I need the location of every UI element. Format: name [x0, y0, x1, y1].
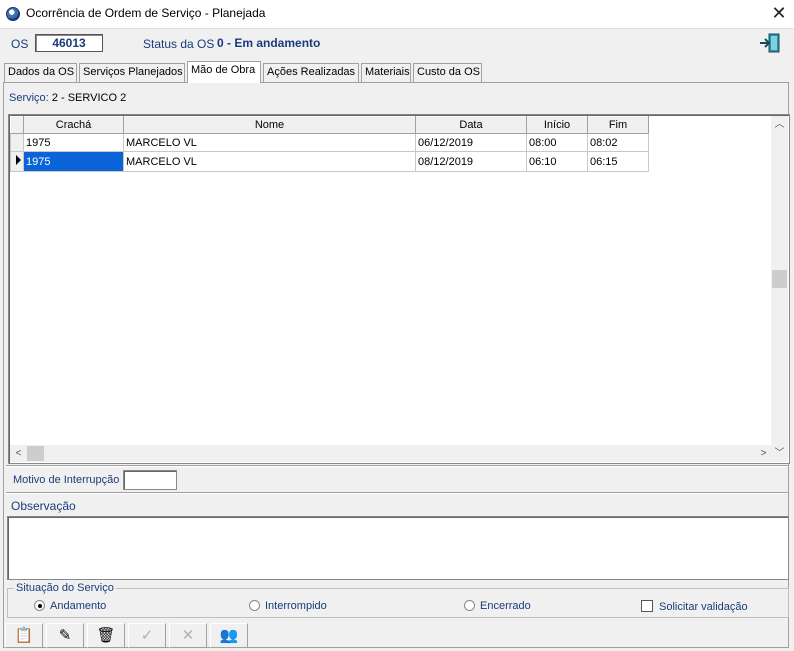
scroll-up-icon[interactable]: ︿	[771, 116, 788, 133]
confirm-button[interactable]: ✓	[128, 623, 166, 648]
horizontal-scroll-thumb[interactable]	[27, 446, 44, 461]
current-row-arrow-icon	[16, 155, 21, 165]
radio-button[interactable]	[249, 600, 260, 611]
new-record-icon: 📋	[14, 627, 34, 644]
radio-button[interactable]	[34, 600, 45, 611]
divider	[6, 492, 788, 494]
cell-cracha[interactable]: 1975	[23, 133, 124, 152]
situacao-title: Situação do Serviço	[14, 582, 116, 594]
cell-cracha[interactable]: 1975	[23, 151, 124, 172]
cell-nome[interactable]: MARCELO VL	[123, 151, 416, 172]
scroll-down-icon[interactable]: ﹀	[771, 445, 788, 462]
tab-materiais[interactable]: Materiais	[361, 63, 411, 82]
servico-value: 2 - SERVICO 2	[51, 92, 127, 104]
confirm-check-icon: ✓	[140, 627, 154, 644]
cell-nome[interactable]: MARCELO VL	[123, 133, 416, 152]
motivo-interrupcao-input[interactable]	[123, 470, 177, 490]
row-indicator[interactable]	[10, 151, 24, 172]
delete-trash-icon: 🗑	[96, 627, 116, 644]
close-button[interactable]: ✕	[766, 2, 792, 26]
cell-data[interactable]: 06/12/2019	[415, 133, 527, 152]
edit-record-icon: ✎	[58, 627, 72, 644]
tab-acoes-realizadas[interactable]: Ações Realizadas	[263, 63, 359, 82]
column-header-nome[interactable]: Nome	[123, 116, 416, 134]
cell-data[interactable]: 08/12/2019	[415, 151, 527, 172]
people-button[interactable]: 👥	[210, 623, 248, 648]
delete-button[interactable]: 🗑	[87, 623, 125, 648]
cancel-button[interactable]: ✕	[169, 623, 207, 648]
checkbox-label: Solicitar validação	[659, 601, 748, 613]
cell-inicio[interactable]: 08:00	[526, 133, 588, 152]
app-icon	[6, 7, 20, 21]
table-header: Crachá Nome Data Início Fim	[10, 116, 649, 134]
tab-custo-da-os[interactable]: Custo da OS	[413, 63, 482, 82]
row-indicator-header	[10, 116, 24, 134]
scroll-left-icon[interactable]: <	[10, 445, 27, 462]
column-header-inicio[interactable]: Início	[526, 116, 588, 134]
radio-encerrado[interactable]: Encerrado	[464, 600, 531, 612]
radio-button[interactable]	[464, 600, 475, 611]
column-header-fim[interactable]: Fim	[587, 116, 649, 134]
status-label: Status da OS	[143, 37, 215, 51]
table-row[interactable]: 1975 MARCELO VL 08/12/2019 06:10 06:15	[10, 151, 649, 172]
os-header: OS 46013 Status da OS 0 - Em andamento	[0, 29, 794, 59]
new-button[interactable]: 📋	[5, 623, 43, 648]
radio-label: Encerrado	[480, 600, 531, 612]
window-title: Ocorrência de Ordem de Serviço - Planeja…	[26, 6, 266, 20]
tab-mao-de-obra[interactable]: Mão de Obra	[187, 61, 261, 83]
observacao-textarea[interactable]	[7, 516, 789, 580]
tab-panel-mao-de-obra: Serviço: 2 - SERVICO 2 Crachá Nome Data …	[3, 82, 790, 648]
labor-table: Crachá Nome Data Início Fim 1975 MARCELO…	[10, 116, 649, 172]
situacao-group: Situação do Serviço Andamento Interrompi…	[7, 582, 789, 618]
os-label: OS	[11, 37, 29, 51]
labor-grid[interactable]: Crachá Nome Data Início Fim 1975 MARCELO…	[8, 114, 790, 464]
horizontal-scrollbar[interactable]: < >	[10, 445, 772, 462]
title-bar: Ocorrência de Ordem de Serviço - Planeja…	[0, 0, 794, 29]
exit-button[interactable]	[757, 31, 783, 55]
column-header-data[interactable]: Data	[415, 116, 527, 134]
motivo-label: Motivo de Interrupção	[13, 474, 120, 486]
radio-andamento[interactable]: Andamento	[34, 600, 106, 612]
exit-door-icon	[760, 33, 780, 53]
os-number-field: 46013	[35, 34, 103, 52]
cell-fim[interactable]: 08:02	[587, 133, 649, 152]
tab-dados-da-os[interactable]: Dados da OS	[4, 63, 77, 82]
scroll-right-icon[interactable]: >	[755, 445, 772, 462]
divider	[6, 465, 788, 467]
cancel-x-icon: ✕	[181, 627, 195, 644]
vertical-scroll-thumb[interactable]	[772, 270, 787, 288]
status-value: 0 - Em andamento	[217, 36, 321, 50]
servico-info: Serviço: 2 - SERVICO 2	[9, 92, 126, 104]
people-icon: 👥	[219, 627, 239, 644]
solicitar-validacao-checkbox[interactable]: Solicitar validação	[641, 600, 748, 613]
observacao-label: Observação	[11, 499, 76, 513]
vertical-scrollbar[interactable]: ︿ ﹀	[771, 116, 788, 462]
tab-servicos-planejados[interactable]: Serviços Planejados	[79, 63, 185, 82]
cell-fim[interactable]: 06:15	[587, 151, 649, 172]
column-header-cracha[interactable]: Crachá	[23, 116, 124, 134]
radio-label: Interrompido	[265, 600, 327, 612]
cell-inicio[interactable]: 06:10	[526, 151, 588, 172]
row-indicator[interactable]	[10, 133, 24, 152]
checkbox[interactable]	[641, 600, 653, 612]
radio-label: Andamento	[50, 600, 107, 612]
table-row[interactable]: 1975 MARCELO VL 06/12/2019 08:00 08:02	[10, 133, 649, 152]
edit-button[interactable]: ✎	[46, 623, 84, 648]
servico-label: Serviço:	[9, 92, 49, 104]
radio-interrompido[interactable]: Interrompido	[249, 600, 327, 612]
